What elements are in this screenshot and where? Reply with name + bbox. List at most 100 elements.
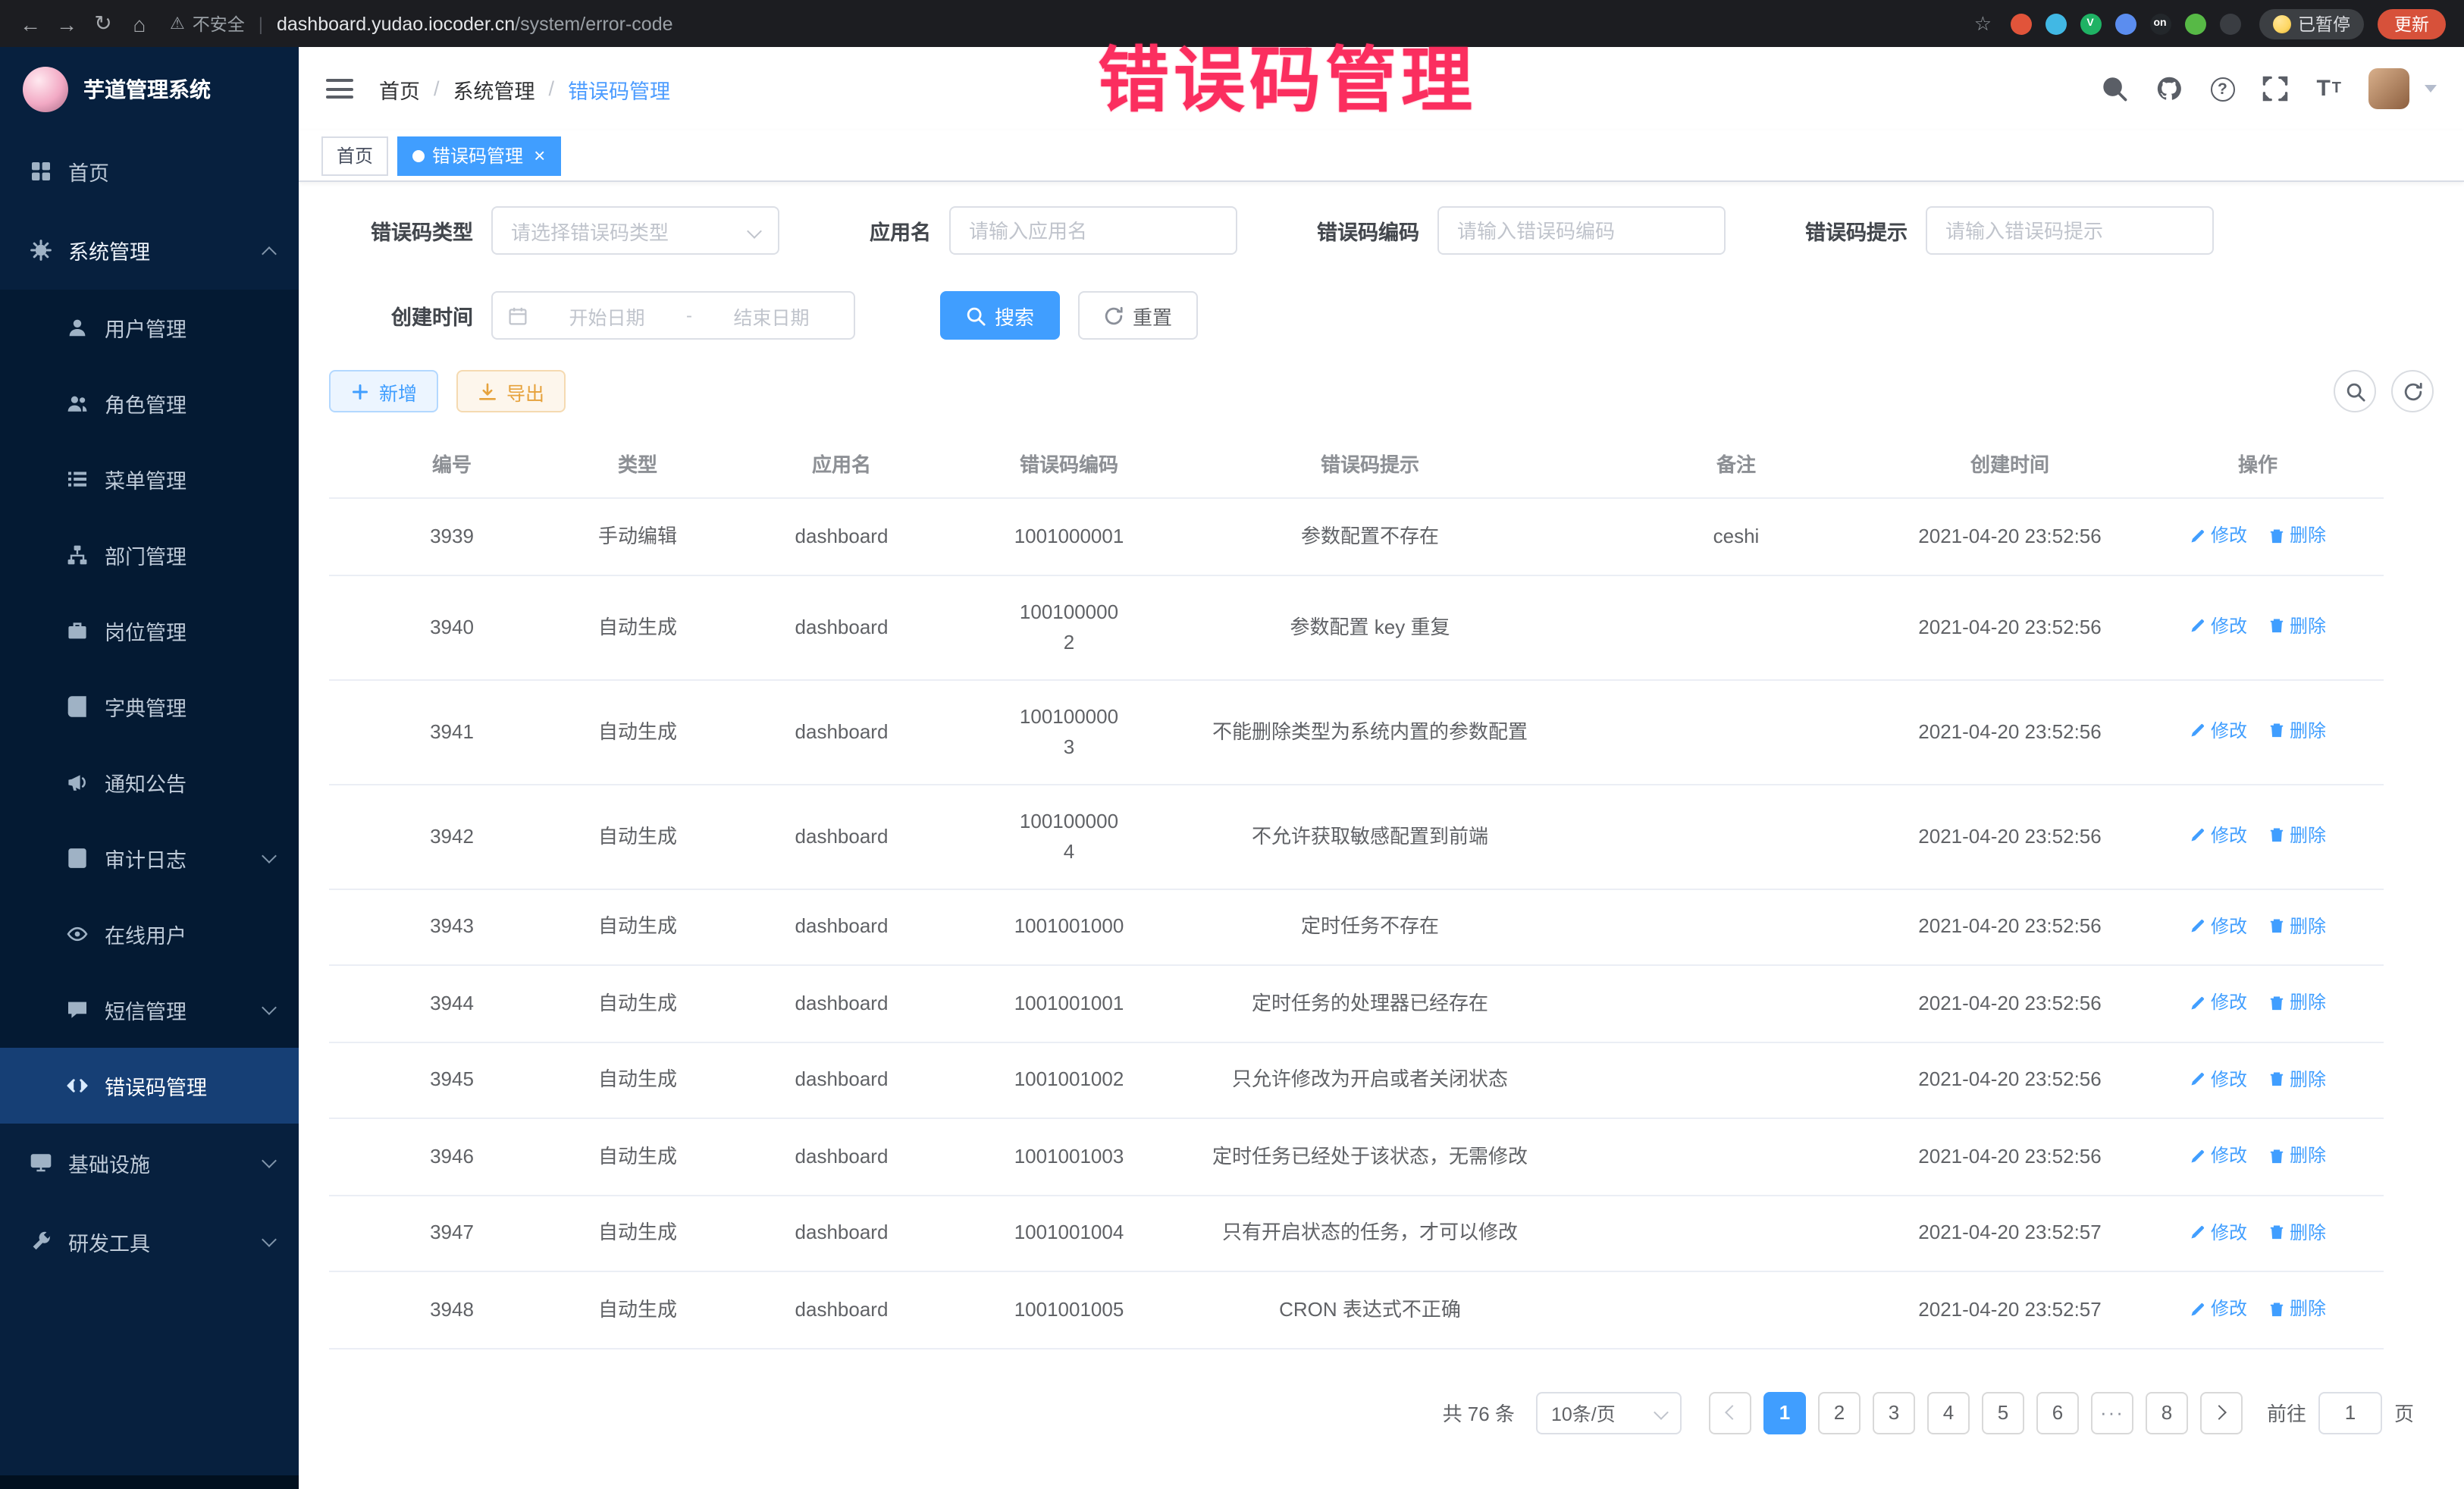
edit-link[interactable]: 修改 [2190,1293,2247,1324]
next-page-button[interactable] [2200,1391,2243,1434]
sidebar-item-12[interactable]: 错误码管理 [0,1048,299,1124]
reload-icon[interactable]: ↻ [85,11,121,36]
sidebar-item-8[interactable]: 通知公告 [0,744,299,820]
edit-link[interactable]: 修改 [2190,1064,2247,1094]
forward-icon[interactable]: → [49,11,85,36]
user-avatar[interactable] [2368,68,2409,109]
cell-operations: 修改删除 [2132,784,2384,889]
reset-button[interactable]: 重置 [1078,291,1198,340]
home-icon[interactable]: ⌂ [121,11,158,36]
extension-icon[interactable] [2219,13,2240,34]
sidebar-item-3[interactable]: 角色管理 [0,365,299,441]
sidebar-item-5[interactable]: 部门管理 [0,517,299,593]
search-button-label: 搜索 [995,301,1034,330]
app-name-label: 应用名 [825,215,931,246]
sidebar-item-6[interactable]: 岗位管理 [0,593,299,669]
logo[interactable]: 芋道管理系统 [0,47,299,132]
address-bar[interactable]: ⚠ 不安全 | dashboard.yudao.iocoder.cn/syste… [170,11,1956,36]
page-button[interactable]: ··· [2091,1391,2133,1434]
error-code-input[interactable] [1437,206,1726,255]
delete-link[interactable]: 删除 [2268,716,2326,746]
extension-icon[interactable] [2114,13,2136,34]
delete-link[interactable]: 删除 [2268,1217,2326,1247]
sidebar-item-4[interactable]: 菜单管理 [0,441,299,517]
tab-error-code[interactable]: 错误码管理 × [397,136,560,175]
sidebar-item-1[interactable]: 系统管理 [0,211,299,290]
sidebar-item-10[interactable]: 在线用户 [0,896,299,972]
cell-remark [1585,679,1888,784]
page-button[interactable]: 8 [2146,1391,2188,1434]
font-size-icon[interactable] [2316,75,2341,102]
extension-icon[interactable]: on [2149,13,2171,34]
edit-link[interactable]: 修改 [2190,611,2247,641]
show-search-toggle[interactable] [2334,370,2376,412]
error-type-select[interactable]: 请选择错误码类型 [491,206,779,255]
prev-page-button[interactable] [1709,1391,1751,1434]
breadcrumb-item-system[interactable]: 系统管理 [453,74,535,104]
edit-link[interactable]: 修改 [2190,820,2247,851]
bookmark-star-icon[interactable]: ☆ [1974,11,1992,36]
page-button[interactable]: 1 [1763,1391,1806,1434]
back-icon[interactable]: ← [12,11,49,36]
sidebar-item-14[interactable]: 研发工具 [0,1202,299,1281]
delete-link[interactable]: 删除 [2268,987,2326,1017]
page-button[interactable]: 6 [2036,1391,2079,1434]
cell-time: 2021-04-20 23:52:56 [1888,679,2132,784]
search-icon[interactable] [2101,75,2128,102]
delete-link[interactable]: 删除 [2268,611,2326,641]
error-hint-input[interactable] [1926,206,2214,255]
chevron-down-icon[interactable] [2425,85,2437,92]
edit-link[interactable]: 修改 [2190,1217,2247,1247]
edit-link[interactable]: 修改 [2190,520,2247,550]
delete-link[interactable]: 删除 [2268,911,2326,941]
cell-id: 3940 [329,575,575,679]
page-button[interactable]: 4 [1927,1391,1970,1434]
edit-link[interactable]: 修改 [2190,987,2247,1017]
paused-badge[interactable]: 已暂停 [2259,8,2364,39]
add-button[interactable]: 新增 [329,370,438,412]
delete-link[interactable]: 删除 [2268,1293,2326,1324]
sidebar-item-0[interactable]: 首页 [0,132,299,211]
delete-link[interactable]: 删除 [2268,1064,2326,1094]
cell-hint: 不允许获取敏感配置到前端 [1155,784,1585,889]
extension-icon[interactable]: V [2080,13,2101,34]
help-icon[interactable] [2210,77,2234,101]
delete-link[interactable]: 删除 [2268,820,2326,851]
goto-page-input[interactable] [2318,1391,2382,1434]
sidebar-item-11[interactable]: 短信管理 [0,972,299,1048]
date-range-picker[interactable]: 开始日期 - 结束日期 [491,291,855,340]
update-button[interactable]: 更新 [2378,8,2446,39]
cell-hint: 定时任务已经处于该状态，无需修改 [1155,1118,1585,1195]
refresh-table-button[interactable] [2391,370,2434,412]
cell-type: 自动生成 [575,784,701,889]
edit-link[interactable]: 修改 [2190,1140,2247,1171]
app-name-input[interactable] [949,206,1237,255]
edit-link[interactable]: 修改 [2190,716,2247,746]
extension-icon[interactable] [2045,13,2066,34]
github-icon[interactable] [2155,75,2183,102]
sidebar-collapse-bar[interactable] [0,1475,299,1489]
fullscreen-icon[interactable] [2262,75,2289,102]
breadcrumb-item-home[interactable]: 首页 [379,74,420,104]
page-button[interactable]: 2 [1818,1391,1861,1434]
export-button[interactable]: 导出 [456,370,566,412]
page-button[interactable]: 3 [1873,1391,1915,1434]
hamburger-icon[interactable] [326,79,353,99]
sidebar-item-2[interactable]: 用户管理 [0,290,299,365]
delete-link[interactable]: 删除 [2268,520,2326,550]
sidebar-item-13[interactable]: 基础设施 [0,1124,299,1202]
extension-icon[interactable] [2184,13,2205,34]
extension-icon[interactable] [2010,13,2031,34]
cell-type: 自动生成 [575,1271,701,1348]
cell-hint: 不能删除类型为系统内置的参数配置 [1155,679,1585,784]
edit-link[interactable]: 修改 [2190,911,2247,941]
page-button[interactable]: 5 [1982,1391,2024,1434]
tab-close-icon[interactable]: × [534,144,545,167]
search-button[interactable]: 搜索 [940,291,1060,340]
delete-label: 删除 [2290,1217,2326,1247]
sidebar-item-7[interactable]: 字典管理 [0,669,299,744]
tab-home[interactable]: 首页 [321,136,388,175]
page-size-select[interactable]: 10条/页 [1536,1391,1682,1434]
delete-link[interactable]: 删除 [2268,1140,2326,1171]
sidebar-item-9[interactable]: 审计日志 [0,820,299,896]
